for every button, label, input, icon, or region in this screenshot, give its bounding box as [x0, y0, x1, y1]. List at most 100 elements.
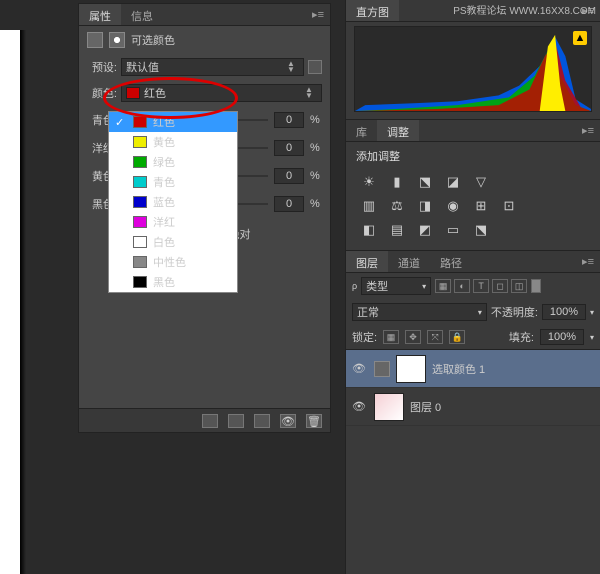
- trash-icon[interactable]: 🗑: [306, 414, 322, 428]
- panel-menu-icon[interactable]: ▸≡: [576, 251, 600, 272]
- opacity-label: 不透明度:: [491, 304, 538, 320]
- hue-icon[interactable]: ▥: [360, 198, 378, 214]
- color-option[interactable]: 蓝色: [109, 192, 237, 212]
- tab-channels[interactable]: 通道: [388, 251, 430, 272]
- color-option[interactable]: 黄色: [109, 132, 237, 152]
- tab-adjustments[interactable]: 调整: [377, 120, 419, 141]
- option-swatch: [133, 196, 147, 208]
- selectivecolor-icon[interactable]: ⬔: [472, 222, 490, 238]
- option-swatch: [133, 216, 147, 228]
- visibility-icon[interactable]: 👁: [350, 400, 368, 413]
- lock-pixels-icon[interactable]: ▦: [383, 330, 399, 344]
- slider-value[interactable]: 0: [274, 140, 304, 156]
- visibility-icon[interactable]: 👁: [350, 362, 368, 375]
- preset-label: 预设:: [87, 59, 117, 75]
- option-swatch: [133, 236, 147, 248]
- panel-menu-icon[interactable]: ▸≡: [576, 120, 600, 141]
- color-option[interactable]: 中性色: [109, 252, 237, 272]
- previous-icon[interactable]: [228, 414, 244, 428]
- layer-kind-dropdown[interactable]: 类型▾: [361, 277, 431, 295]
- option-label: 蓝色: [153, 194, 175, 210]
- adjustments-row3: ◧ ▤ ◩ ▭ ⬔: [346, 218, 600, 242]
- color-option[interactable]: 绿色: [109, 152, 237, 172]
- threshold-icon[interactable]: ◩: [416, 222, 434, 238]
- invert-icon[interactable]: ◧: [360, 222, 378, 238]
- lock-all-icon[interactable]: 🔒: [449, 330, 465, 344]
- slider-value[interactable]: 0: [274, 196, 304, 212]
- color-option[interactable]: 青色: [109, 172, 237, 192]
- exposure-icon[interactable]: ◪: [444, 174, 462, 190]
- histogram-panel: 直方图 ▸≡ ▲: [346, 0, 600, 120]
- channelmixer-icon[interactable]: ⊞: [472, 198, 490, 214]
- bw-icon[interactable]: ◨: [416, 198, 434, 214]
- clip-icon[interactable]: [202, 414, 218, 428]
- tab-libraries[interactable]: 库: [346, 120, 377, 141]
- tab-histogram[interactable]: 直方图: [346, 0, 399, 21]
- layer-thumb[interactable]: [374, 393, 404, 421]
- color-option[interactable]: 黑色: [109, 272, 237, 292]
- lock-artboard-icon[interactable]: ⤧: [427, 330, 443, 344]
- preset-row: 预设: 默认值 ▲▼: [79, 54, 330, 80]
- filter-adjust-icon[interactable]: ◐: [454, 279, 470, 293]
- adjustments-row1: ☀ ▮ ⬔ ◪ ▽: [346, 170, 600, 194]
- watermark: PS教程论坛 WWW.16XX8.COM: [453, 2, 596, 17]
- levels-icon[interactable]: ▮: [388, 174, 406, 190]
- visibility-icon[interactable]: 👁: [280, 414, 296, 428]
- tab-layers[interactable]: 图层: [346, 251, 388, 272]
- brightness-icon[interactable]: ☀: [360, 174, 378, 190]
- colorlookup-icon[interactable]: ⊡: [500, 198, 518, 214]
- posterize-icon[interactable]: ▤: [388, 222, 406, 238]
- color-option[interactable]: ✓ 红色: [109, 112, 237, 132]
- option-label: 青色: [153, 174, 175, 190]
- color-label: 颜色:: [87, 85, 117, 101]
- colorbalance-icon[interactable]: ⚖: [388, 198, 406, 214]
- color-row: 颜色: 红色 ▲▼: [79, 80, 330, 106]
- tab-info[interactable]: 信息: [121, 4, 163, 25]
- curves-icon[interactable]: ⬔: [416, 174, 434, 190]
- reset-icon[interactable]: [254, 414, 270, 428]
- tab-properties[interactable]: 属性: [79, 4, 121, 25]
- layers-panel: 图层 通道 路径 ▸≡ ρ 类型▾ ▦ ◐ T ◻ ◫ 正常▾ 不透明度: 10…: [346, 251, 600, 426]
- option-label: 洋红: [153, 214, 175, 230]
- opacity-input[interactable]: 100%: [542, 304, 586, 320]
- slider-value[interactable]: 0: [274, 112, 304, 128]
- adjustment-icon: [87, 32, 103, 48]
- gradientmap-icon[interactable]: ▭: [444, 222, 462, 238]
- percent-label: %: [310, 114, 322, 126]
- color-swatch: [126, 87, 140, 99]
- option-label: 黄色: [153, 134, 175, 150]
- preset-dropdown[interactable]: 默认值 ▲▼: [121, 58, 304, 76]
- right-column: 直方图 ▸≡ ▲ 库 调整 ▸≡ 添加调整 ☀ ▮ ⬔ ◪ ▽ ▥: [345, 0, 600, 574]
- preset-menu-icon[interactable]: [308, 60, 322, 74]
- tab-paths[interactable]: 路径: [430, 251, 472, 272]
- filter-type-icon[interactable]: T: [473, 279, 489, 293]
- option-label: 黑色: [153, 274, 175, 290]
- layer-row[interactable]: 👁 图层 0: [346, 388, 600, 426]
- photofilter-icon[interactable]: ◉: [444, 198, 462, 214]
- color-dropdown[interactable]: 红色 ▲▼: [121, 84, 322, 102]
- filter-smart-icon[interactable]: ◫: [511, 279, 527, 293]
- canvas-shadow: [20, 30, 26, 574]
- filter-toggle[interactable]: [531, 279, 541, 293]
- option-label: 红色: [153, 114, 175, 130]
- fill-label: 填充:: [509, 329, 534, 345]
- fill-input[interactable]: 100%: [540, 329, 584, 345]
- option-swatch: [133, 256, 147, 268]
- lock-label: 锁定:: [352, 329, 377, 345]
- blend-dropdown[interactable]: 正常▾: [352, 303, 487, 321]
- mask-thumb[interactable]: [396, 355, 426, 383]
- filter-shape-icon[interactable]: ◻: [492, 279, 508, 293]
- lock-position-icon[interactable]: ✥: [405, 330, 421, 344]
- panel-menu-icon[interactable]: ▸≡: [306, 4, 330, 25]
- layer-row[interactable]: 👁 选取颜色 1: [346, 350, 600, 388]
- option-label: 绿色: [153, 154, 175, 170]
- blend-row: 正常▾ 不透明度: 100% ▾: [346, 299, 600, 325]
- color-option[interactable]: 白色: [109, 232, 237, 252]
- preset-value: 默认值: [126, 59, 159, 75]
- slider-value[interactable]: 0: [274, 168, 304, 184]
- filter-pixel-icon[interactable]: ▦: [435, 279, 451, 293]
- option-swatch: [133, 136, 147, 148]
- vibrance-icon[interactable]: ▽: [472, 174, 490, 190]
- color-option[interactable]: 洋红: [109, 212, 237, 232]
- cache-warning-icon[interactable]: ▲: [573, 31, 587, 45]
